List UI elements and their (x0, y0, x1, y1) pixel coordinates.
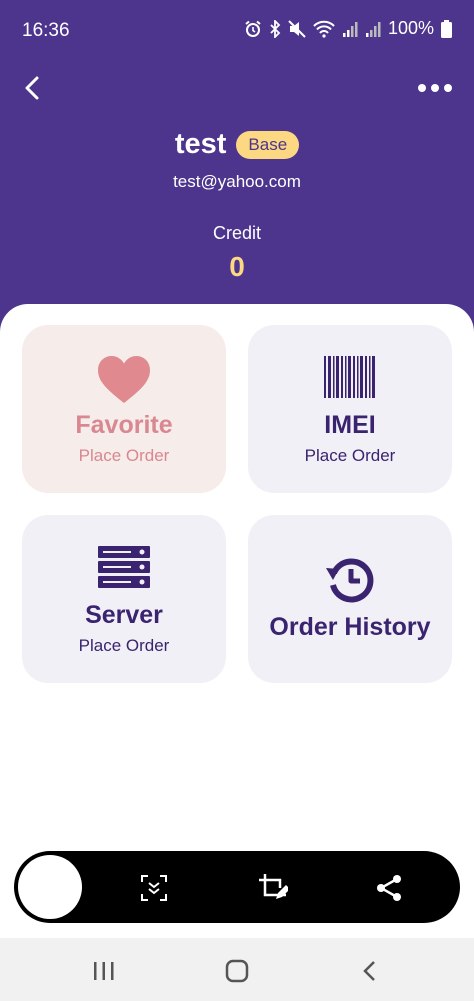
wifi-icon (313, 20, 335, 38)
heart-icon (98, 356, 150, 403)
signal-icon (365, 21, 381, 37)
capture-button[interactable] (18, 855, 82, 919)
favorite-subtitle: Place Order (78, 446, 170, 465)
back-icon[interactable] (355, 956, 385, 986)
more-dot (444, 84, 452, 92)
favorite-card[interactable]: Favorite Place Order (22, 325, 226, 493)
more-dot (431, 84, 439, 92)
server-icon (98, 546, 150, 588)
status-bar: 16:36 100% (0, 0, 474, 62)
signal-icon (342, 21, 358, 37)
credit-label: Credit (212, 223, 261, 243)
profile-header: 16:36 100% test Base test@yahoo.com Cred… (0, 0, 474, 340)
more-options-button[interactable] (418, 78, 452, 98)
server-subtitle: Place Order (78, 636, 170, 655)
alarm-icon (245, 20, 261, 37)
user-email: test@yahoo.com (173, 172, 301, 191)
crop-edit-icon[interactable] (258, 873, 288, 903)
status-icons: 100% (244, 18, 452, 39)
more-dot (418, 84, 426, 92)
mute-icon (288, 19, 306, 38)
home-icon[interactable] (222, 956, 252, 986)
server-card[interactable]: Server Place Order (22, 515, 226, 683)
imei-card[interactable]: IMEI Place Order (248, 325, 452, 493)
plan-badge: Base (236, 130, 300, 159)
imei-subtitle: Place Order (304, 446, 396, 465)
server-title: Server (85, 601, 163, 629)
order-history-title: Order History (269, 613, 431, 641)
menu-sheet: Favorite Place Order IMEI Place Order Se… (0, 304, 474, 944)
bluetooth-icon (270, 19, 281, 38)
barcode-icon (324, 356, 375, 398)
scroll-capture-icon[interactable] (139, 873, 169, 903)
user-name-row: test Base (0, 128, 474, 161)
favorite-title: Favorite (75, 411, 173, 439)
screenshot-toolbar (14, 851, 460, 923)
order-history-card[interactable]: Order History (248, 515, 452, 683)
status-time: 16:36 (22, 20, 70, 41)
user-name: test (174, 128, 227, 160)
battery-text: 100% (387, 18, 434, 38)
system-nav-bar (0, 938, 474, 1001)
history-icon (326, 558, 374, 603)
battery-icon (441, 19, 452, 38)
imei-title: IMEI (324, 411, 376, 439)
recents-icon[interactable] (89, 956, 119, 986)
share-icon[interactable] (374, 873, 404, 903)
back-button[interactable] (18, 72, 48, 104)
credit-value: 0 (229, 251, 245, 282)
